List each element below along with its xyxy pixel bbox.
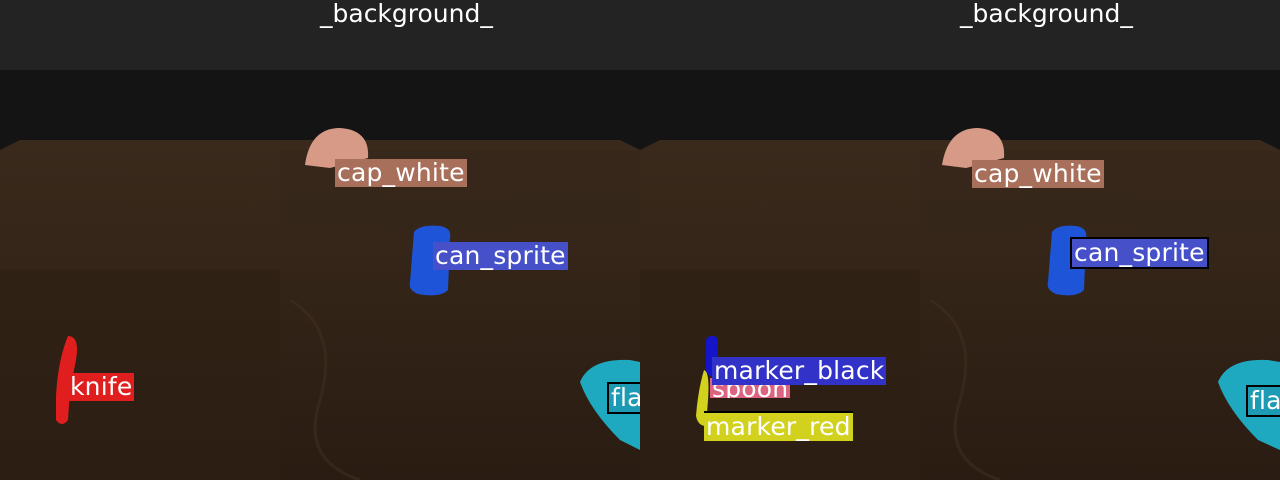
scene-panel-right: _background_ cap_white can_sprite spoon … <box>640 0 1280 480</box>
label-marker-black: marker_black <box>712 356 887 385</box>
label-flash: fla <box>1246 385 1280 417</box>
background-label: _background_ <box>960 0 1133 28</box>
label-cap-white: cap_white <box>972 159 1104 188</box>
scene-background <box>0 0 640 480</box>
background-label: _background_ <box>320 0 493 28</box>
label-marker-red: marker_red <box>704 411 853 441</box>
label-cap-white: cap_white <box>335 158 467 187</box>
label-can-sprite: can_sprite <box>1070 237 1209 269</box>
label-knife: knife <box>68 372 135 401</box>
scene-panel-left: _background_ cap_white can_sprite knife … <box>0 0 640 480</box>
label-flash: fla <box>607 382 640 414</box>
label-can-sprite: can_sprite <box>433 241 568 270</box>
